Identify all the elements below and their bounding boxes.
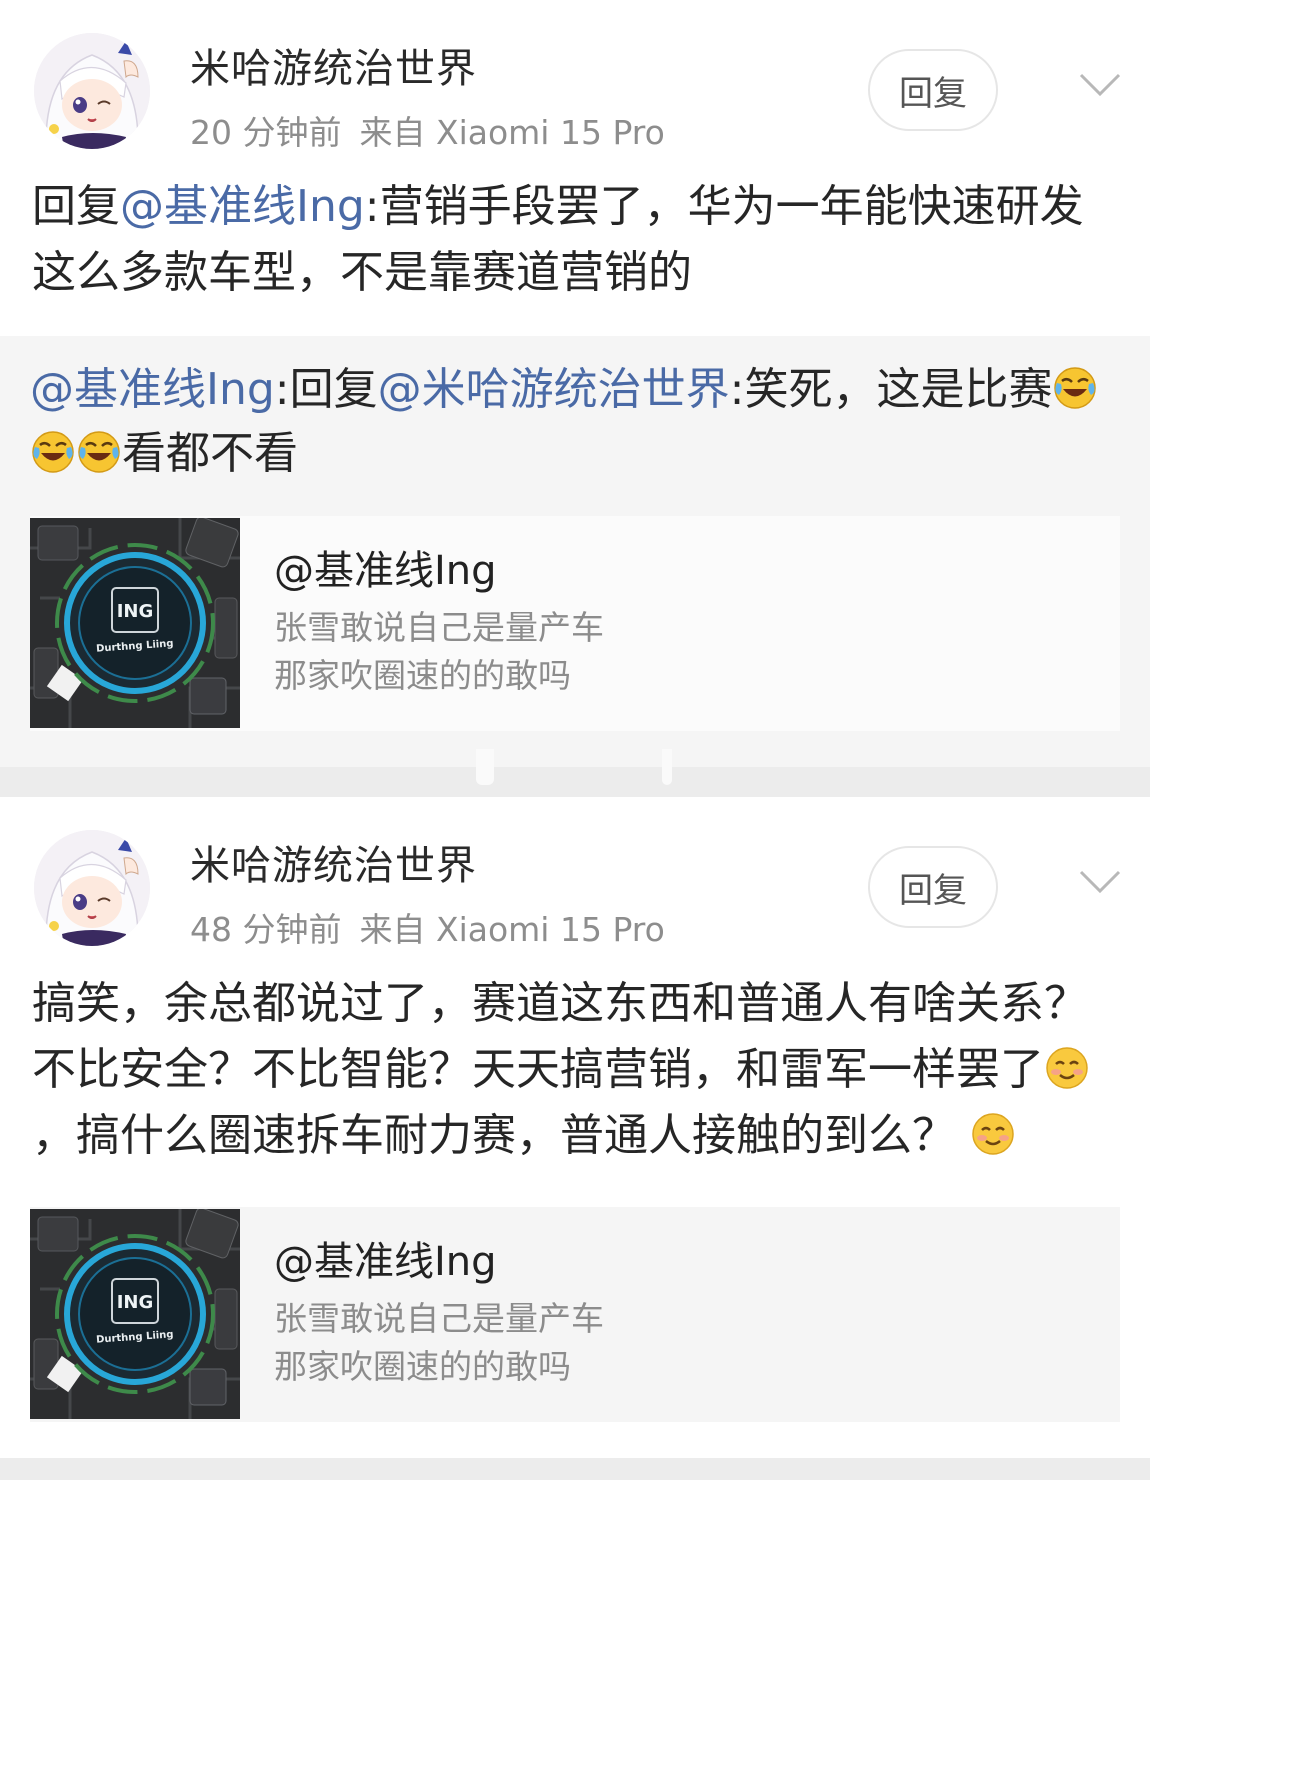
reply-button[interactable]: 回复	[868, 846, 998, 928]
smile-emoji-icon	[1045, 1046, 1089, 1090]
avatar[interactable]	[34, 830, 150, 946]
card-name: @基准线Ing	[274, 1239, 497, 1285]
comment-item: 米哈游统治世界 48 分钟前 来自 Xiaomi 15 Pro 回复 搞笑，余总都…	[0, 797, 1150, 1458]
avatar-image	[34, 33, 150, 149]
avatar-image	[34, 830, 150, 946]
divider	[0, 1458, 1150, 1480]
mention-link[interactable]: @基准线Ing	[120, 181, 365, 232]
quote-mid: :回复	[274, 364, 378, 415]
card-desc-line: 那家吹圈速的的敢吗	[274, 1347, 571, 1386]
quoted-text: @基准线Ing:回复@米哈游统治世界:笑死，这是比赛看都不看	[30, 358, 1120, 486]
card-name: @基准线Ing	[274, 548, 497, 594]
mention-link[interactable]: @米哈游统治世界	[378, 364, 730, 415]
card-desc-line: 那家吹圈速的的敢吗	[274, 656, 571, 695]
avatar[interactable]	[34, 33, 150, 149]
card-desc-line: 张雪敢说自己是量产车	[274, 608, 604, 647]
card-wrap: @基准线Ing 张雪敢说自己是量产车 那家吹圈速的的敢吗	[0, 1169, 1150, 1458]
comment-item: 米哈游统治世界 20 分钟前 来自 Xiaomi 15 Pro 回复 回复@基准线…	[0, 0, 1150, 767]
card-info: @基准线Ing 张雪敢说自己是量产车 那家吹圈速的的敢吗	[240, 1207, 604, 1422]
card-image	[30, 518, 240, 728]
smile-emoji-icon	[971, 1112, 1015, 1156]
comment-meta: 48 分钟前 来自 Xiaomi 15 Pro	[190, 903, 665, 951]
laugh-cry-emoji-icon	[77, 430, 121, 474]
comment-body: 搞笑，余总都说过了，赛道这东西和普通人有啥关系？不比安全？不比智能？天天搞营销，…	[32, 978, 1088, 1095]
username[interactable]: 米哈游统治世界	[190, 36, 477, 94]
divider	[0, 749, 1150, 797]
comment-header: 米哈游统治世界 20 分钟前 来自 Xiaomi 15 Pro 回复	[0, 0, 1150, 160]
reply-prefix: 回复	[32, 181, 120, 232]
reply-button[interactable]: 回复	[868, 49, 998, 131]
card-desc-line: 张雪敢说自己是量产车	[274, 1299, 604, 1338]
timestamp: 20 分钟前	[190, 113, 342, 152]
laugh-cry-emoji-icon	[31, 430, 75, 474]
comment-text: 搞笑，余总都说过了，赛道这东西和普通人有啥关系？不比安全？不比智能？天天搞营销，…	[0, 957, 1150, 1169]
timestamp: 48 分钟前	[190, 910, 342, 949]
comment-body: ，搞什么圈速拆车耐力赛，普通人接触的到么？	[32, 1110, 956, 1161]
comment-meta: 20 分钟前 来自 Xiaomi 15 Pro	[190, 106, 665, 154]
comment-text: 回复@基准线Ing:营销手段罢了，华为一年能快速研发这么多款车型，不是靠赛道营销…	[0, 160, 1150, 306]
card-image	[30, 1209, 240, 1419]
mention-link[interactable]: @基准线Ing	[30, 364, 275, 415]
username[interactable]: 米哈游统治世界	[190, 833, 477, 891]
device-source: 来自 Xiaomi 15 Pro	[359, 910, 665, 949]
chevron-down-icon[interactable]	[1078, 867, 1122, 897]
chevron-down-icon[interactable]	[1078, 70, 1122, 100]
quote-text-after: 看都不看	[122, 428, 298, 479]
linked-card[interactable]: @基准线Ing 张雪敢说自己是量产车 那家吹圈速的的敢吗	[30, 516, 1120, 731]
divider-mark	[662, 749, 672, 785]
divider-mark	[476, 749, 494, 785]
comment-header: 米哈游统治世界 48 分钟前 来自 Xiaomi 15 Pro 回复	[0, 797, 1150, 957]
device-source: 来自 Xiaomi 15 Pro	[359, 113, 665, 152]
laugh-cry-emoji-icon	[1053, 366, 1097, 410]
quote-text: :笑死，这是比赛	[729, 364, 1053, 415]
linked-card[interactable]: @基准线Ing 张雪敢说自己是量产车 那家吹圈速的的敢吗	[30, 1207, 1120, 1422]
comment-feed: 米哈游统治世界 20 分钟前 来自 Xiaomi 15 Pro 回复 回复@基准线…	[0, 0, 1150, 1765]
quoted-reply[interactable]: @基准线Ing:回复@米哈游统治世界:笑死，这是比赛看都不看 @基准线Ing 张…	[0, 336, 1150, 767]
card-info: @基准线Ing 张雪敢说自己是量产车 那家吹圈速的的敢吗	[240, 516, 604, 731]
